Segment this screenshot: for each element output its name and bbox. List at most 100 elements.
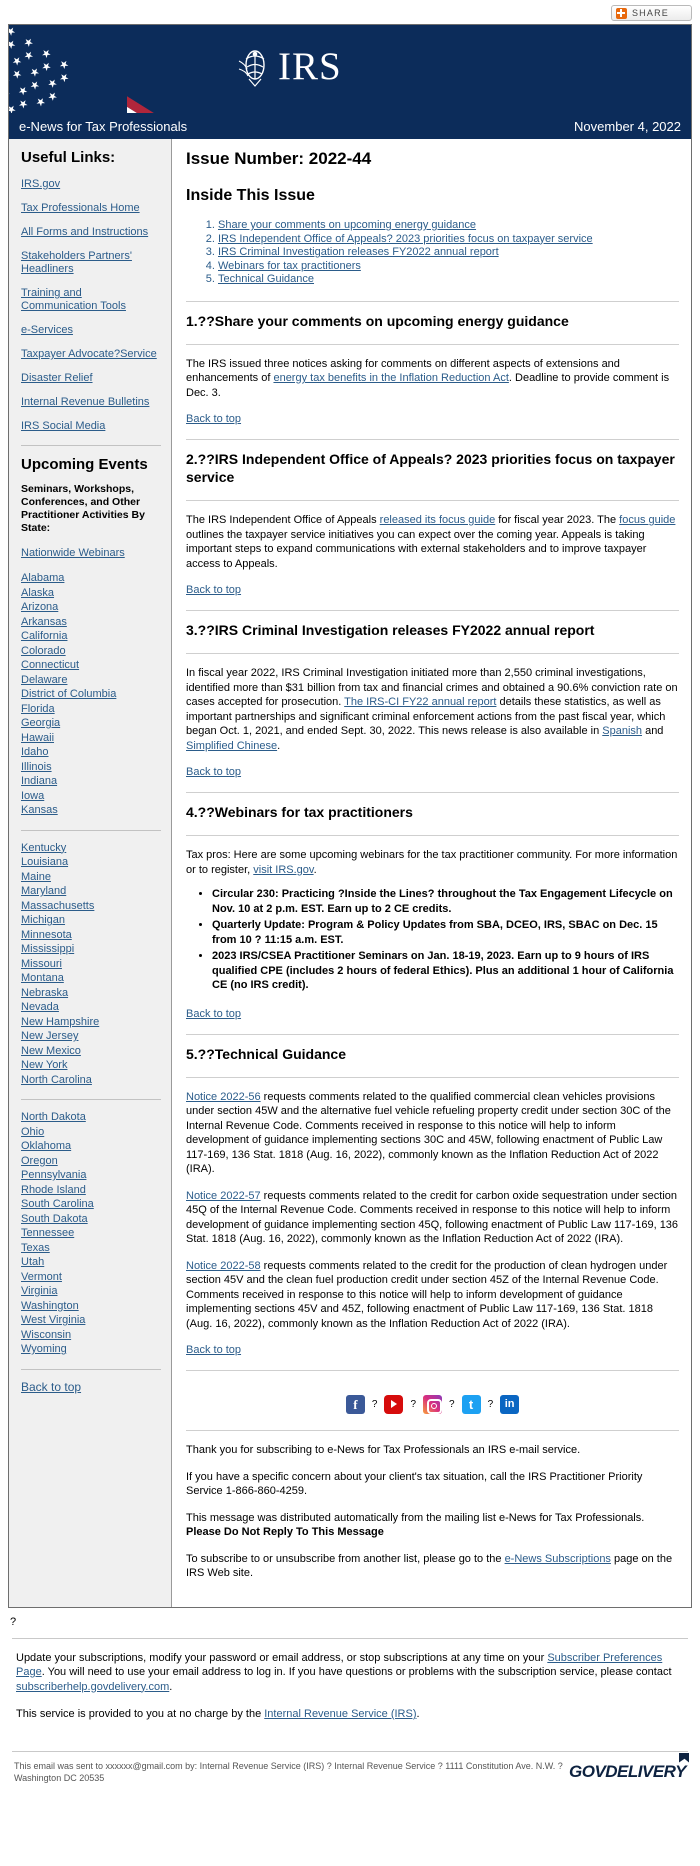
section-2-inline-link-2[interactable]: focus guide [619,514,675,526]
sidebar-state-link[interactable]: Nevada [21,1000,161,1015]
sidebar-state-link[interactable]: Wyoming [21,1342,161,1357]
social-divider [186,1370,679,1371]
sidebar-link-internal-revenue-bulletins[interactable]: Internal Revenue Bulletins [21,396,161,409]
sidebar-state-link[interactable]: Montana [21,971,161,986]
sidebar-link-disaster-relief[interactable]: Disaster Relief [21,372,161,385]
toc-link[interactable]: Technical Guidance [218,273,314,285]
instagram-icon[interactable] [423,1395,442,1414]
sidebar-link-stakeholders-partners-headliners[interactable]: Stakeholders Partners' Headliners [21,250,161,276]
sidebar-state-link[interactable]: Arkansas [21,615,161,630]
sidebar-state-link[interactable]: New York [21,1058,161,1073]
sidebar-state-link[interactable]: Oklahoma [21,1139,161,1154]
notice-link[interactable]: Notice 2022-56 [186,1091,261,1103]
sidebar-state-link[interactable]: Kentucky [21,841,161,856]
sidebar-link-nationwide-webinars[interactable]: Nationwide Webinars [21,547,161,559]
sidebar-state-link[interactable]: District of Columbia [21,687,161,702]
sidebar-state-link[interactable]: Louisiana [21,855,161,870]
sidebar-link-tax-professionals-home[interactable]: Tax Professionals Home [21,202,161,215]
section-2-inline-link[interactable]: released its focus guide [380,514,496,526]
footer-subscribe-pre: To subscribe to or unsubscribe from anot… [186,1552,505,1565]
sidebar-link-irs-social-media[interactable]: IRS Social Media [21,420,161,433]
toc-link[interactable]: Share your comments on upcoming energy g… [218,219,476,231]
notice-link[interactable]: Notice 2022-57 [186,1190,261,1202]
youtube-icon[interactable] [384,1395,404,1414]
sidebar-state-link[interactable]: Hawaii [21,731,161,746]
social-separator-4: ? [487,1399,494,1410]
sidebar-state-link[interactable]: North Dakota [21,1110,161,1125]
sidebar-link-irs-gov[interactable]: IRS.gov [21,178,161,191]
toc-link[interactable]: Webinars for tax practitioners [218,260,361,272]
sidebar-state-link[interactable]: Maine [21,870,161,885]
sidebar-state-link[interactable]: Iowa [21,789,161,804]
sidebar-state-link[interactable]: Florida [21,702,161,717]
sidebar-state-link[interactable]: West Virginia [21,1313,161,1328]
sidebar-state-link[interactable]: Wisconsin [21,1328,161,1343]
sidebar-state-link[interactable]: Alabama [21,571,161,586]
sidebar-state-link[interactable]: Idaho [21,745,161,760]
sidebar-state-link[interactable]: Mississippi [21,942,161,957]
sidebar-link-training-and-communication-tools[interactable]: Training and Communication Tools [21,287,161,313]
sidebar-state-link[interactable]: Rhode Island [21,1183,161,1198]
section-divider [186,343,679,345]
sidebar-state-link[interactable]: Delaware [21,673,161,688]
sidebar-link-all-forms-and-instructions[interactable]: All Forms and Instructions [21,226,161,239]
sidebar-state-link[interactable]: Michigan [21,913,161,928]
sidebar-link-e-services[interactable]: e-Services [21,324,161,337]
notice-link[interactable]: Notice 2022-58 [186,1260,261,1272]
sidebar-state-link[interactable]: Pennsylvania [21,1168,161,1183]
sidebar-back-to-top-link[interactable]: Back to top [21,1380,161,1394]
section-1-back-to-top[interactable]: Back to top [186,413,241,425]
share-button[interactable]: SHARE [610,5,692,21]
sidebar-state-link[interactable]: Oregon [21,1154,161,1169]
sidebar-state-link[interactable]: Texas [21,1241,161,1256]
sidebar-state-link[interactable]: Massachusetts [21,899,161,914]
section-1-inline-link[interactable]: energy tax benefits in the Inflation Red… [273,372,508,384]
sidebar-state-link[interactable]: Indiana [21,774,161,789]
sidebar-state-link[interactable]: Utah [21,1255,161,1270]
linkedin-icon[interactable]: in [500,1395,520,1414]
sidebar-state-link[interactable]: Alaska [21,586,161,601]
sidebar-state-link[interactable]: Nebraska [21,986,161,1001]
facebook-icon[interactable]: f [345,1395,365,1414]
sidebar-state-link[interactable]: North Carolina [21,1073,161,1088]
sidebar-state-link[interactable]: Minnesota [21,928,161,943]
footer-subscriptions-link[interactable]: e-News Subscriptions [505,1553,611,1565]
section-5-back-to-top[interactable]: Back to top [186,1344,241,1356]
sidebar-state-link[interactable]: Maryland [21,884,161,899]
sidebar-link-taxpayer-advocate-service[interactable]: Taxpayer Advocate?Service [21,348,161,361]
toc-link[interactable]: IRS Independent Office of Appeals? 2023 … [218,233,593,245]
toc-item: Webinars for tax practitioners [218,260,679,274]
sidebar-state-link[interactable]: New Hampshire [21,1015,161,1030]
section-divider [186,300,679,302]
subscriber-help-link[interactable]: subscriberhelp.govdelivery.com [16,1681,169,1693]
sidebar-state-link[interactable]: Arizona [21,600,161,615]
sidebar-state-link[interactable]: Vermont [21,1270,161,1285]
toc-link[interactable]: IRS Criminal Investigation releases FY20… [218,246,499,258]
twitter-icon[interactable]: t [461,1395,481,1414]
sidebar-state-link[interactable]: South Carolina [21,1197,161,1212]
sidebar-state-link[interactable]: Connecticut [21,658,161,673]
sidebar-state-link[interactable]: California [21,629,161,644]
section-3-back-to-top[interactable]: Back to top [186,766,241,778]
sidebar-state-link[interactable]: Georgia [21,716,161,731]
section-3-inline-link-spanish[interactable]: Spanish [602,725,642,737]
section-1-heading: 1.??Share your comments on upcoming ener… [186,312,569,329]
webinar-list: Circular 230: Practicing ?Inside the Lin… [186,887,679,993]
sidebar-state-link[interactable]: Ohio [21,1125,161,1140]
sidebar-state-link[interactable]: Colorado [21,644,161,659]
sidebar-state-link[interactable]: Washington [21,1299,161,1314]
sidebar-state-link[interactable]: New Jersey [21,1029,161,1044]
section-3-inline-link-chinese[interactable]: Simplified Chinese [186,740,277,752]
section-4-inline-link[interactable]: visit IRS.gov [253,864,313,876]
sidebar-state-link[interactable]: Missouri [21,957,161,972]
sidebar-state-link[interactable]: South Dakota [21,1212,161,1227]
sidebar-state-link[interactable]: Illinois [21,760,161,775]
section-4-back-to-top[interactable]: Back to top [186,1008,241,1020]
sidebar-state-link[interactable]: Tennessee [21,1226,161,1241]
sidebar-state-link[interactable]: Virginia [21,1284,161,1299]
sidebar-state-link[interactable]: New Mexico [21,1044,161,1059]
section-2-back-to-top[interactable]: Back to top [186,584,241,596]
section-3-inline-link[interactable]: The IRS-CI FY22 annual report [344,696,496,708]
irs-link[interactable]: Internal Revenue Service (IRS) [264,1708,416,1720]
sidebar-state-link[interactable]: Kansas [21,803,161,818]
